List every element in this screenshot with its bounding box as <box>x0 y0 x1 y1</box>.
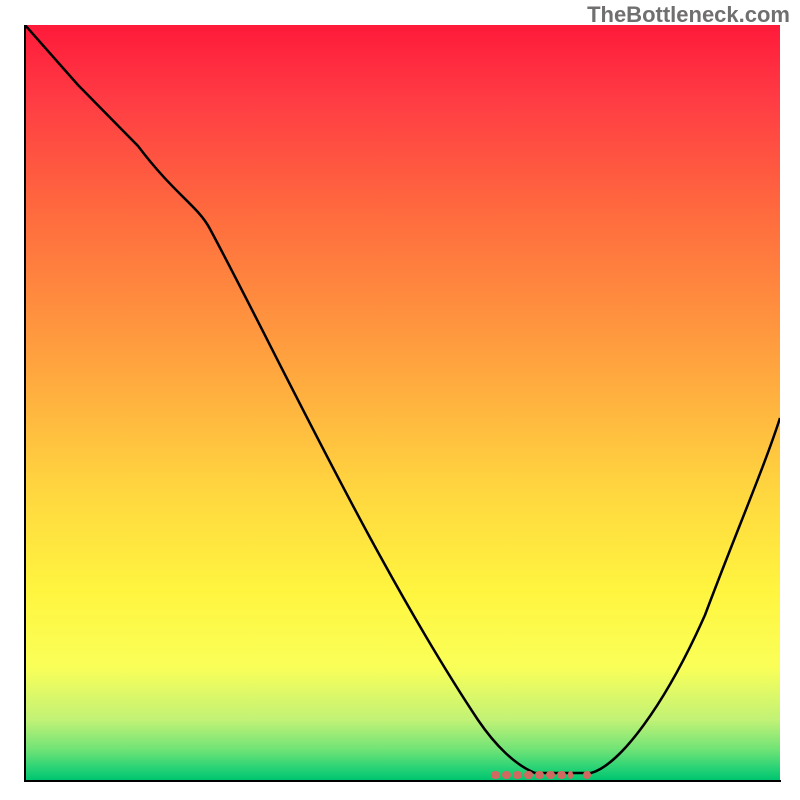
x-axis-line <box>24 780 781 782</box>
bottleneck-curve-path <box>25 25 780 773</box>
y-axis-line <box>24 25 26 781</box>
watermark-text: TheBottleneck.com <box>587 2 790 28</box>
chart-container: TheBottleneck.com <box>0 0 800 800</box>
chart-lines-svg <box>25 25 780 780</box>
